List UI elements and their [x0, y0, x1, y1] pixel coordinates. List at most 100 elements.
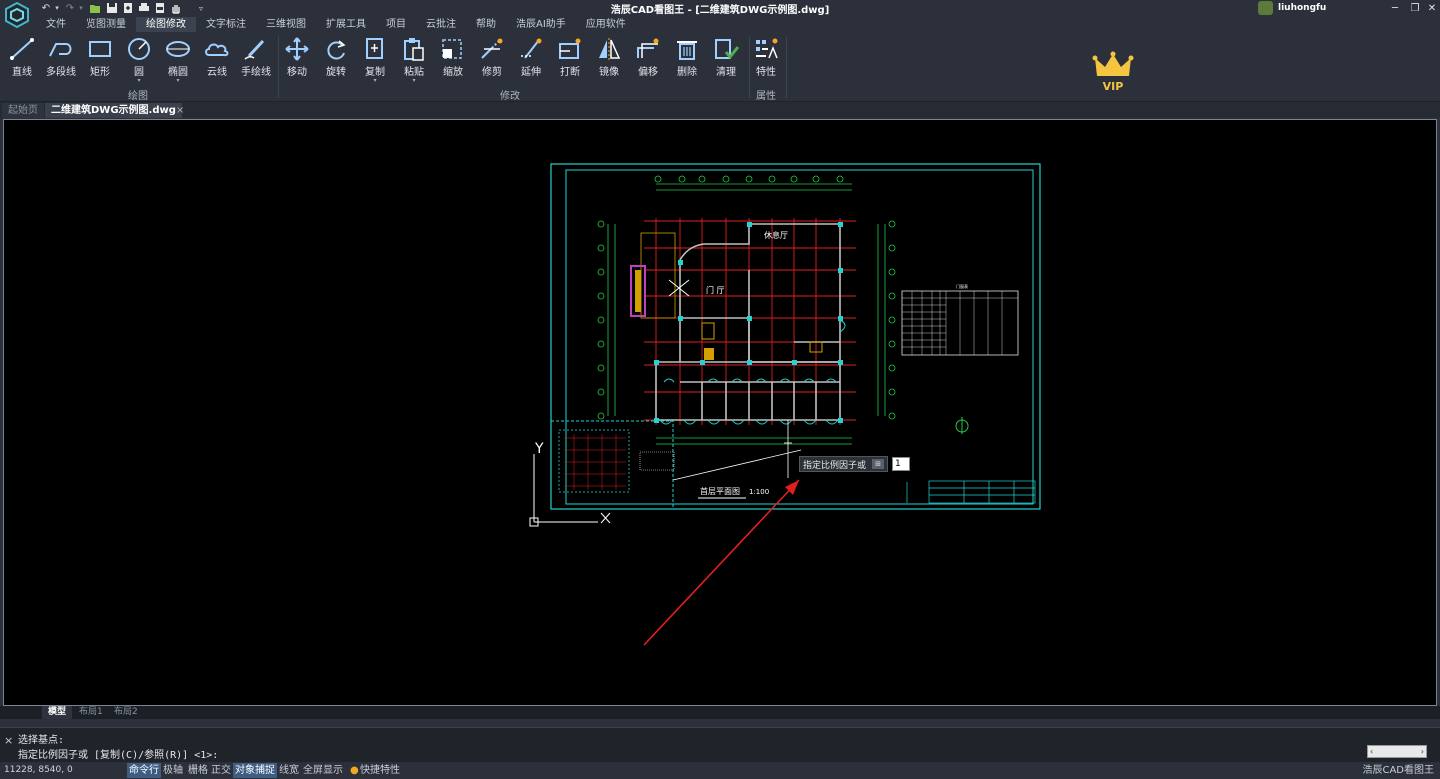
- rectangle-icon: [89, 41, 111, 57]
- menu-cloud-annotation[interactable]: 云批注: [416, 17, 466, 32]
- preview-table: [639, 451, 675, 471]
- dynamic-prompt-text: 指定比例因子或: [803, 460, 867, 471]
- menu-draw-modify[interactable]: 绘图修改: [136, 17, 196, 32]
- rectangle-label: 矩形: [90, 67, 110, 78]
- menu-bar: 文件 览图测量 绘图修改 文字标注 三维视图 扩展工具 项目 云批注 帮助 浩辰…: [36, 17, 636, 32]
- trim-button[interactable]: 修剪: [472, 34, 512, 86]
- command-scrollbar[interactable]: ‹ ›: [1367, 745, 1427, 758]
- annotation-arrow: [643, 479, 800, 646]
- extend-icon: [521, 38, 542, 59]
- tab-model[interactable]: 模型: [42, 706, 73, 719]
- menu-apps[interactable]: 应用软件: [576, 17, 636, 32]
- selection-preview-frame: [550, 420, 674, 510]
- copy-icon: [366, 38, 383, 59]
- toggle-polar[interactable]: 极轴: [161, 763, 185, 778]
- title-bar: ↶ ▾ ↷ ▾ ▿ 浩辰CAD看图王 - [二维建筑DWG示例图.dwg] li…: [0, 0, 1440, 28]
- minimize-icon[interactable]: ─: [1386, 0, 1404, 16]
- table-title: 门窗表: [956, 283, 968, 289]
- scroll-right-icon[interactable]: ›: [1421, 747, 1424, 756]
- close-icon[interactable]: ✕: [1423, 0, 1440, 16]
- tab-layout2[interactable]: 布局2: [108, 706, 144, 719]
- paste-dropdown-icon[interactable]: ▾: [394, 78, 434, 84]
- circle-label: 圆: [134, 67, 144, 78]
- drawing-canvas[interactable]: 休息厅 门 厅 门窗表 首层平面图 1:100 Y 指定比例因子或 ⊞ 1: [3, 119, 1437, 706]
- line-button[interactable]: 直线: [2, 34, 42, 86]
- username: liuhongfu: [1278, 3, 1327, 13]
- command-panel: × 选择基点: 指定比例因子或 [复制(C)/参照(R)] <1>: ‹ ›: [0, 727, 1440, 762]
- window-title: 浩辰CAD看图王 - [二维建筑DWG示例图.dwg]: [610, 5, 830, 16]
- rotate-label: 旋转: [326, 67, 346, 78]
- copy-dropdown-icon[interactable]: ▾: [355, 78, 395, 84]
- ellipse-button[interactable]: 椭圆 ▾: [158, 34, 198, 86]
- rotate-button[interactable]: 旋转: [316, 34, 356, 86]
- prompt-options-icon[interactable]: ⊞: [872, 459, 885, 469]
- purge-button[interactable]: 清理: [706, 34, 746, 86]
- toggle-quick-properties[interactable]: 快捷特性: [358, 763, 402, 778]
- properties-label: 特性: [756, 67, 776, 78]
- menu-extension-tools[interactable]: 扩展工具: [316, 17, 376, 32]
- erase-button[interactable]: 删除: [667, 34, 707, 86]
- menu-ai-assistant[interactable]: 浩辰AI助手: [506, 17, 576, 32]
- trim-label: 修剪: [482, 67, 502, 78]
- cad-drawing[interactable]: 休息厅 门 厅 门窗表 首层平面图 1:100 Y: [4, 120, 1437, 706]
- menu-project[interactable]: 项目: [376, 17, 416, 32]
- walls: [655, 223, 841, 421]
- toggle-grid[interactable]: 栅格: [186, 763, 210, 778]
- command-history: 选择基点:: [18, 735, 65, 746]
- command-close-icon[interactable]: ×: [4, 734, 13, 747]
- menu-file[interactable]: 文件: [36, 17, 76, 32]
- move-button[interactable]: 移动: [277, 34, 317, 86]
- scroll-left-icon[interactable]: ‹: [1370, 747, 1373, 756]
- properties-button[interactable]: 特性: [746, 34, 786, 86]
- toggle-ortho[interactable]: 正交: [209, 763, 233, 778]
- ellipse-dropdown-icon[interactable]: ▾: [158, 78, 198, 84]
- paste-button[interactable]: 粘贴 ▾: [394, 34, 434, 86]
- toggle-fullscreen[interactable]: 全屏显示: [301, 763, 345, 778]
- purge-label: 清理: [716, 67, 736, 78]
- scale-button[interactable]: 缩放: [433, 34, 473, 86]
- room-label-hall: 门 厅: [706, 285, 725, 295]
- freehand-button[interactable]: 手绘线: [236, 34, 276, 86]
- circle-button[interactable]: 圆 ▾: [119, 34, 159, 86]
- menu-3d-view[interactable]: 三维视图: [256, 17, 316, 32]
- command-prompt[interactable]: 指定比例因子或 [复制(C)/参照(R)] <1>:: [18, 746, 218, 761]
- avatar: [1258, 1, 1273, 15]
- sheet-border: [550, 163, 1041, 510]
- toggle-command-line[interactable]: 命令行: [127, 763, 161, 778]
- dynamic-input-prompt: 指定比例因子或 ⊞: [799, 456, 889, 472]
- scale-factor-input[interactable]: 1: [892, 457, 910, 471]
- menu-view-measure[interactable]: 览图测量: [76, 17, 136, 32]
- cursor-coordinates: 11228, 8540, 0: [4, 765, 73, 775]
- scale-label: 缩放: [443, 67, 463, 78]
- polyline-button[interactable]: 多段线: [41, 34, 81, 86]
- user-account[interactable]: liuhongfu: [1258, 1, 1326, 15]
- tab-close-icon[interactable]: ×: [170, 103, 190, 118]
- menu-text-dimension[interactable]: 文字标注: [196, 17, 256, 32]
- rotate-icon: [327, 40, 346, 60]
- toggle-object-snap[interactable]: 对象捕捉: [233, 763, 277, 778]
- line-label: 直线: [12, 67, 32, 78]
- tab-layout1[interactable]: 布局1: [73, 706, 109, 719]
- circle-dropdown-icon[interactable]: ▾: [119, 78, 159, 84]
- rectangle-button[interactable]: 矩形: [80, 34, 120, 86]
- copy-button[interactable]: 复制 ▾: [355, 34, 395, 86]
- tab-start-page[interactable]: 起始页: [2, 103, 44, 118]
- restore-icon[interactable]: ❐: [1406, 0, 1424, 16]
- offset-icon: [637, 38, 659, 58]
- break-button[interactable]: 打断: [550, 34, 590, 86]
- paste-label: 粘贴: [404, 67, 424, 78]
- vip-label: VIP: [1103, 80, 1124, 92]
- extend-button[interactable]: 延伸: [511, 34, 551, 86]
- properties-icon: [756, 38, 778, 59]
- revcloud-button[interactable]: 云线: [197, 34, 237, 86]
- ucs-icon: [529, 454, 611, 527]
- erase-label: 删除: [677, 67, 697, 78]
- freehand-label: 手绘线: [241, 67, 271, 78]
- tab-dwg-file[interactable]: 二维建筑DWG示例图.dwg: [45, 103, 182, 118]
- status-bar: 11228, 8540, 0 命令行 极轴 栅格 正交 对象捕捉 线宽 全屏显示…: [0, 762, 1440, 779]
- offset-button[interactable]: 偏移: [628, 34, 668, 86]
- toggle-lineweight[interactable]: 线宽: [277, 763, 301, 778]
- menu-help[interactable]: 帮助: [466, 17, 506, 32]
- vip-crown-icon[interactable]: VIP: [1091, 50, 1135, 92]
- mirror-button[interactable]: 镜像: [589, 34, 629, 86]
